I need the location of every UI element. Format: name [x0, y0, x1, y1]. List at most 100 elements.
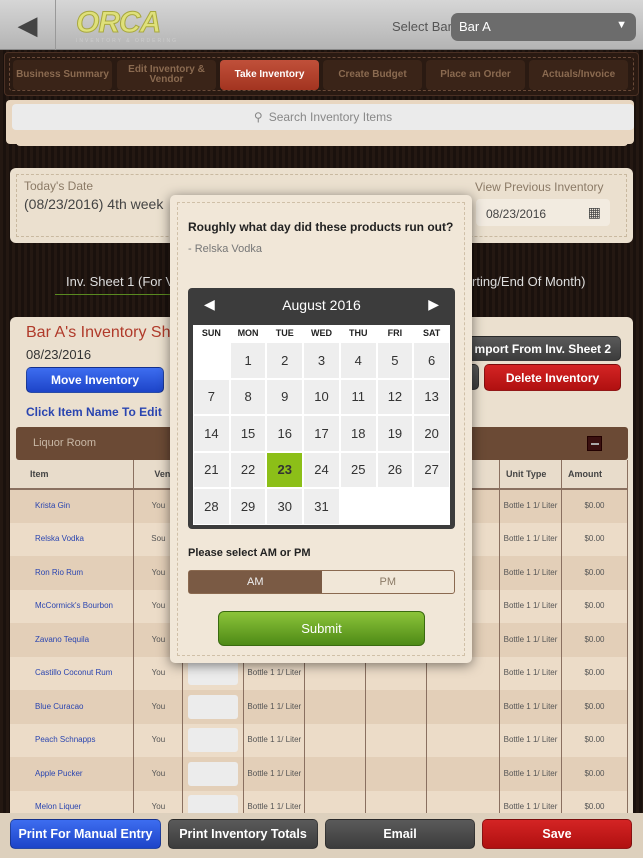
tab-sheet-1[interactable]: Inv. Sheet 1 (For V	[66, 274, 174, 289]
calendar-day[interactable]: 1	[229, 342, 267, 379]
move-inventory-button[interactable]: Move Inventory	[26, 367, 164, 393]
calendar-day[interactable]: 29	[229, 488, 267, 525]
calendar-day[interactable]: 5	[376, 342, 414, 379]
weekday-label: THU	[348, 328, 368, 338]
sheet-title: Bar A's Inventory Sh	[26, 324, 171, 341]
item-name-link[interactable]: Peach Schnapps	[10, 723, 135, 757]
count-input[interactable]	[188, 728, 239, 753]
calendar-icon: ▦	[587, 204, 601, 220]
save-button[interactable]: Save	[482, 819, 632, 849]
previous-date-picker[interactable]: 08/23/2016 ▦	[476, 199, 610, 226]
amount-cell: $0.00	[561, 589, 629, 623]
calendar-day[interactable]: 14	[193, 415, 230, 452]
am-option[interactable]: AM	[189, 571, 322, 593]
calendar-day[interactable]: 31	[303, 488, 340, 525]
calendar-day[interactable]: 10	[303, 378, 340, 415]
unit-type-cell: Bottle 1 1/ Liter	[499, 757, 562, 791]
calendar-day[interactable]: 17	[303, 415, 340, 452]
item-name-link[interactable]: Krista Gin	[10, 489, 135, 523]
calendar-day[interactable]: 2	[266, 342, 304, 379]
tab-actuals-invoice[interactable]: Actuals/Invoice	[529, 60, 628, 90]
search-icon: ⚲	[253, 110, 263, 124]
tab-take-inventory[interactable]: Take Inventory	[220, 60, 319, 90]
modal-question: Roughly what day did these products run …	[188, 220, 454, 234]
weekday-label: SAT	[422, 328, 441, 338]
tab-business-summary[interactable]: Business Summary	[13, 60, 112, 90]
ampm-toggle: AM PM	[188, 570, 455, 594]
submit-button[interactable]: Submit	[218, 611, 425, 646]
calendar: ◀ August 2016 ▶ SUN MON TUE WED THU FRI SAT 1 2 3…	[188, 288, 455, 529]
unit-type-cell: Bottle 1 1/ Liter	[499, 489, 562, 523]
calendar-day[interactable]: 24	[303, 451, 340, 488]
email-button[interactable]: Email	[325, 819, 475, 849]
item-name-link[interactable]: Relska Vodka	[10, 522, 135, 556]
calendar-day[interactable]: 18	[339, 415, 377, 452]
calendar-day[interactable]: 15	[229, 415, 267, 452]
back-button[interactable]: ◀	[0, 0, 56, 50]
calendar-day[interactable]: 26	[376, 451, 414, 488]
calendar-day[interactable]: 20	[413, 415, 450, 452]
count-input[interactable]	[188, 661, 239, 686]
calendar-day[interactable]: 4	[339, 342, 377, 379]
unit-cell: Bottle 1 1/ Liter	[243, 723, 306, 757]
vendor-cell: You	[133, 690, 184, 724]
calendar-day[interactable]: 25	[339, 451, 377, 488]
table-cell	[304, 757, 367, 791]
table-cell	[304, 723, 367, 757]
calendar-day[interactable]: 27	[413, 451, 450, 488]
item-name-link[interactable]: Castillo Coconut Rum	[10, 656, 135, 690]
print-inventory-totals-button[interactable]: Print Inventory Totals	[168, 819, 318, 849]
calendar-day[interactable]: 16	[266, 415, 304, 452]
calendar-day[interactable]: 22	[229, 451, 267, 488]
item-name-link[interactable]: McCormick's Bourbon	[10, 589, 135, 623]
print-manual-entry-button[interactable]: Print For Manual Entry	[10, 819, 161, 849]
amount-cell: $0.00	[561, 623, 629, 657]
amount-cell: $0.00	[561, 489, 629, 523]
calendar-month: August 2016	[282, 297, 361, 313]
collapse-icon[interactable]	[587, 436, 602, 451]
calendar-day[interactable]: 28	[193, 488, 230, 525]
room-name: Liquor Room	[33, 437, 96, 449]
unit-type-cell: Bottle 1 1/ Liter	[499, 522, 562, 556]
item-name-link[interactable]: Apple Pucker	[10, 757, 135, 791]
calendar-day-selected[interactable]: 23	[266, 451, 304, 488]
calendar-day[interactable]: 13	[413, 378, 450, 415]
count-input[interactable]	[188, 694, 239, 719]
calendar-day[interactable]: 3	[303, 342, 340, 379]
run-out-date-modal: Roughly what day did these products run …	[170, 195, 472, 663]
tab-create-budget[interactable]: Create Budget	[323, 60, 422, 90]
selected-bar: Bar A	[459, 19, 491, 34]
search-input[interactable]: ⚲ Search Inventory Items	[12, 104, 634, 130]
tab-edit-inventory[interactable]: Edit Inventory & Vendor	[117, 60, 216, 90]
calendar-day[interactable]: 21	[193, 451, 230, 488]
tab-place-order[interactable]: Place an Order	[426, 60, 525, 90]
count-input[interactable]	[188, 761, 239, 786]
pm-option[interactable]: PM	[322, 571, 455, 593]
item-name-link[interactable]: Blue Curacao	[10, 690, 135, 724]
calendar-day[interactable]: 6	[413, 342, 450, 379]
vendor-cell: You	[133, 757, 184, 791]
todays-date: (08/23/2016) 4th week	[24, 196, 164, 212]
calendar-day[interactable]: 8	[229, 378, 267, 415]
calendar-day[interactable]: 30	[266, 488, 304, 525]
ampm-label: Please select AM or PM	[188, 547, 311, 559]
calendar-day[interactable]: 12	[376, 378, 414, 415]
item-name-link[interactable]: Ron Rio Rum	[10, 556, 135, 590]
column-header: Item	[10, 460, 135, 490]
table-cell	[426, 757, 501, 791]
count-cell	[182, 723, 245, 757]
select-bar-dropdown[interactable]: Bar A ▼	[451, 13, 636, 41]
amount-cell: $0.00	[561, 522, 629, 556]
tab-sheet-2[interactable]: rting/End Of Month)	[472, 274, 585, 289]
calendar-day[interactable]: 19	[376, 415, 414, 452]
delete-inventory-button[interactable]: Delete Inventory	[484, 364, 621, 391]
column-header: Unit Type	[499, 460, 562, 490]
calendar-day[interactable]: 11	[339, 378, 377, 415]
next-month-icon[interactable]: ▶	[428, 296, 439, 313]
import-sheet-button[interactable]: mport From Inv. Sheet 2	[455, 336, 621, 361]
amount-cell: $0.00	[561, 556, 629, 590]
calendar-day[interactable]: 7	[193, 378, 230, 415]
click-to-edit-hint: Click Item Name To Edit	[26, 405, 162, 419]
calendar-day[interactable]: 9	[266, 378, 304, 415]
item-name-link[interactable]: Zavano Tequila	[10, 623, 135, 657]
